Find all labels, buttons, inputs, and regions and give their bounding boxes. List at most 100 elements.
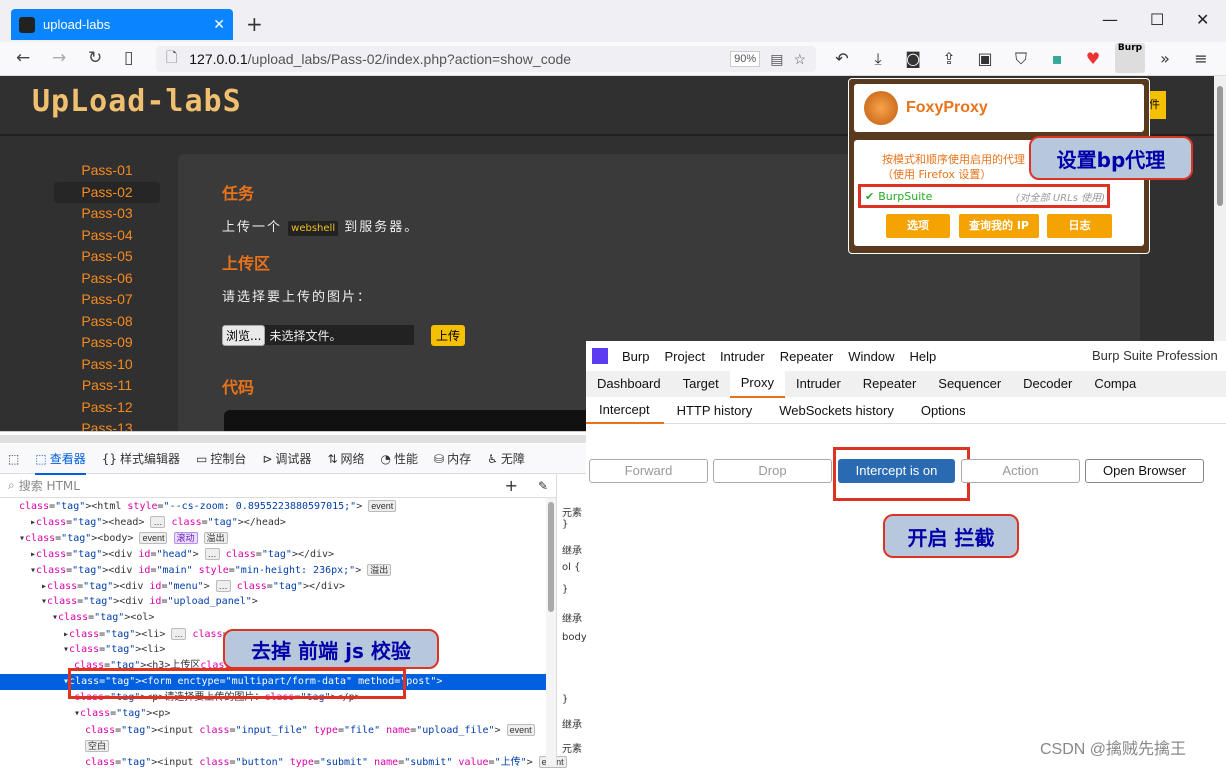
tree-node[interactable]: class="tag"><input class="input_file" ty… [0, 722, 546, 738]
tree-node[interactable]: ▾class="tag"><ol> [0, 610, 546, 626]
extension-icon[interactable]: ▣ [973, 47, 997, 71]
menu-item-pass-13[interactable]: Pass-13 [54, 418, 160, 431]
menu-item-pass-06[interactable]: Pass-06 [54, 268, 160, 290]
node-badge[interactable]: 溢出 [203, 532, 228, 544]
sidebar-icon[interactable]: ▯ [124, 48, 133, 68]
devtools-tab-6[interactable]: ⛁ 内存 [434, 450, 471, 467]
tree-node[interactable]: ▾class="tag"><div id="upload_panel"> [0, 594, 546, 610]
minimize-icon[interactable]: — [1102, 10, 1118, 29]
browse-button[interactable]: 浏览... [222, 324, 266, 346]
eyedropper-icon[interactable]: ✎ [538, 479, 548, 493]
tree-scrollbar[interactable] [546, 498, 556, 765]
log-button[interactable]: 日志 [1047, 214, 1112, 238]
forward-button[interactable]: Forward [589, 459, 708, 483]
tree-node[interactable]: class="tag"><html style="--cs-zoom: 0.89… [0, 498, 546, 514]
burp-tab-sequencer[interactable]: Sequencer [927, 371, 1012, 397]
devtools-tab-5[interactable]: ◔ 性能 [381, 450, 419, 467]
upload-button[interactable]: 上传 [431, 325, 466, 346]
burp-tab-repeater[interactable]: Repeater [852, 371, 927, 397]
html-search[interactable]: ⌕ 搜索 HTML + ✎ [0, 474, 556, 498]
history-icon[interactable]: ↶ [830, 47, 854, 71]
menu-item-pass-12[interactable]: Pass-12 [54, 397, 160, 419]
close-tab-icon[interactable]: ✕ [213, 16, 225, 33]
screenshot-icon[interactable]: ◙ [901, 47, 925, 71]
proxy-subtab-options[interactable]: Options [908, 399, 980, 423]
burp-menu-window[interactable]: Window [848, 349, 894, 364]
devtools-tab-0[interactable]: ⬚ 查看器 [35, 450, 86, 475]
devtools-tab-4[interactable]: ⇅ 网络 [327, 450, 364, 467]
save-icon[interactable]: ▪ [1045, 47, 1069, 71]
reader-icon[interactable]: ▤ [770, 51, 783, 68]
foxyproxy-mode-option[interactable]: 按模式和顺序使用启用的代理 关闭（使用 Firefox 设置） [882, 152, 1052, 182]
devtools-tab-7[interactable]: ♿ 无障 [487, 450, 525, 467]
maximize-icon[interactable]: ☐ [1150, 10, 1164, 29]
node-badge[interactable]: 溢出 [367, 564, 392, 576]
burp-menu-intruder[interactable]: Intruder [720, 349, 765, 364]
proxy-subtab-http-history[interactable]: HTTP history [664, 399, 767, 423]
pick-element-icon[interactable]: ⬚ [8, 452, 19, 466]
devtools-tab-1[interactable]: {} 样式编辑器 [102, 450, 180, 467]
tree-node[interactable]: ▾class="tag"><div id="main" style="min-h… [0, 562, 546, 578]
devtools-splitter[interactable] [0, 435, 586, 443]
download-icon[interactable]: ⤓ [866, 47, 890, 71]
burp-tab-target[interactable]: Target [672, 371, 730, 397]
burp-menu-burp[interactable]: Burp [622, 349, 649, 364]
foxyproxy-extension-icon[interactable]: Burp [1115, 43, 1145, 73]
node-badge[interactable]: 滚动 [173, 532, 198, 544]
bookmark-star-icon[interactable]: ☆ [793, 51, 806, 68]
burp-tab-proxy[interactable]: Proxy [729, 370, 785, 398]
tree-node[interactable]: ▸class="tag"><div id="menu"> … class="ta… [0, 578, 546, 594]
menu-item-pass-04[interactable]: Pass-04 [54, 225, 160, 247]
burp-tab-dashboard[interactable]: Dashboard [586, 371, 672, 397]
menu-item-pass-10[interactable]: Pass-10 [54, 354, 160, 376]
tree-node[interactable]: ▸class="tag"><head> … class="tag"></head… [0, 514, 546, 530]
proxy-subtab-websockets-history[interactable]: WebSockets history [766, 399, 908, 423]
overflow-icon[interactable]: » [1153, 47, 1177, 71]
tree-node[interactable]: class="tag"><input class="button" type="… [0, 754, 567, 770]
burp-tab-intruder[interactable]: Intruder [785, 371, 852, 397]
menu-item-pass-09[interactable]: Pass-09 [54, 332, 160, 354]
forward-icon[interactable]: → [52, 48, 66, 68]
node-badge[interactable]: … [150, 516, 166, 528]
node-badge[interactable]: 空白 [85, 740, 110, 752]
tree-node[interactable]: ▾class="tag"><p> [0, 706, 546, 722]
node-badge[interactable]: … [215, 580, 231, 592]
rocket-icon[interactable]: ⇪ [937, 47, 961, 71]
file-input[interactable]: 浏览... 未选择文件。 [222, 324, 414, 346]
node-badge[interactable]: event [139, 532, 168, 544]
burp-tab-compa[interactable]: Compa [1083, 371, 1147, 397]
node-badge[interactable]: … [171, 628, 187, 640]
zoom-level[interactable]: 90% [730, 51, 761, 67]
proxy-subtab-intercept[interactable]: Intercept [586, 398, 664, 424]
menu-item-pass-03[interactable]: Pass-03 [54, 203, 160, 225]
close-window-icon[interactable]: ✕ [1196, 10, 1209, 29]
burp-menu-repeater[interactable]: Repeater [780, 349, 833, 364]
node-badge[interactable]: … [204, 548, 220, 560]
burp-menu-help[interactable]: Help [909, 349, 936, 364]
tree-node[interactable]: ▸class="tag"><div id="head"> … class="ta… [0, 546, 546, 562]
node-badge[interactable]: event [368, 500, 397, 512]
url-bar[interactable]: 🗋 127.0.0.1 /upload_labs/Pass-02/index.p… [156, 46, 816, 72]
devtools-tab-3[interactable]: ⊳ 调试器 [262, 450, 311, 467]
menu-item-pass-08[interactable]: Pass-08 [54, 311, 160, 333]
bitwarden-icon[interactable]: ⛉ [1009, 47, 1033, 71]
menu-item-pass-11[interactable]: Pass-11 [54, 375, 160, 397]
menu-icon[interactable]: ≡ [1189, 47, 1213, 71]
menu-item-pass-02[interactable]: Pass-02 [54, 181, 160, 203]
devtools-tab-2[interactable]: ▭ 控制台 [196, 450, 246, 467]
action-button[interactable]: Action [961, 459, 1080, 483]
drop-button[interactable]: Drop [713, 459, 832, 483]
menu-item-pass-07[interactable]: Pass-07 [54, 289, 160, 311]
browser-tab[interactable]: upload-labs ✕ [11, 9, 233, 40]
pocket-icon[interactable]: ♥ [1081, 47, 1105, 71]
menu-item-pass-05[interactable]: Pass-05 [54, 246, 160, 268]
burp-menu-project[interactable]: Project [664, 349, 704, 364]
menu-item-pass-01[interactable]: Pass-01 [54, 160, 160, 182]
tree-node[interactable]: 空白 [0, 738, 546, 754]
burp-tab-decoder[interactable]: Decoder [1012, 371, 1083, 397]
new-tab-icon[interactable]: + [246, 12, 263, 36]
back-icon[interactable]: ← [16, 48, 30, 68]
open-browser-button[interactable]: Open Browser [1085, 459, 1204, 483]
add-node-icon[interactable]: + [505, 476, 518, 495]
check-ip-button[interactable]: 查询我的 IP [959, 214, 1039, 238]
